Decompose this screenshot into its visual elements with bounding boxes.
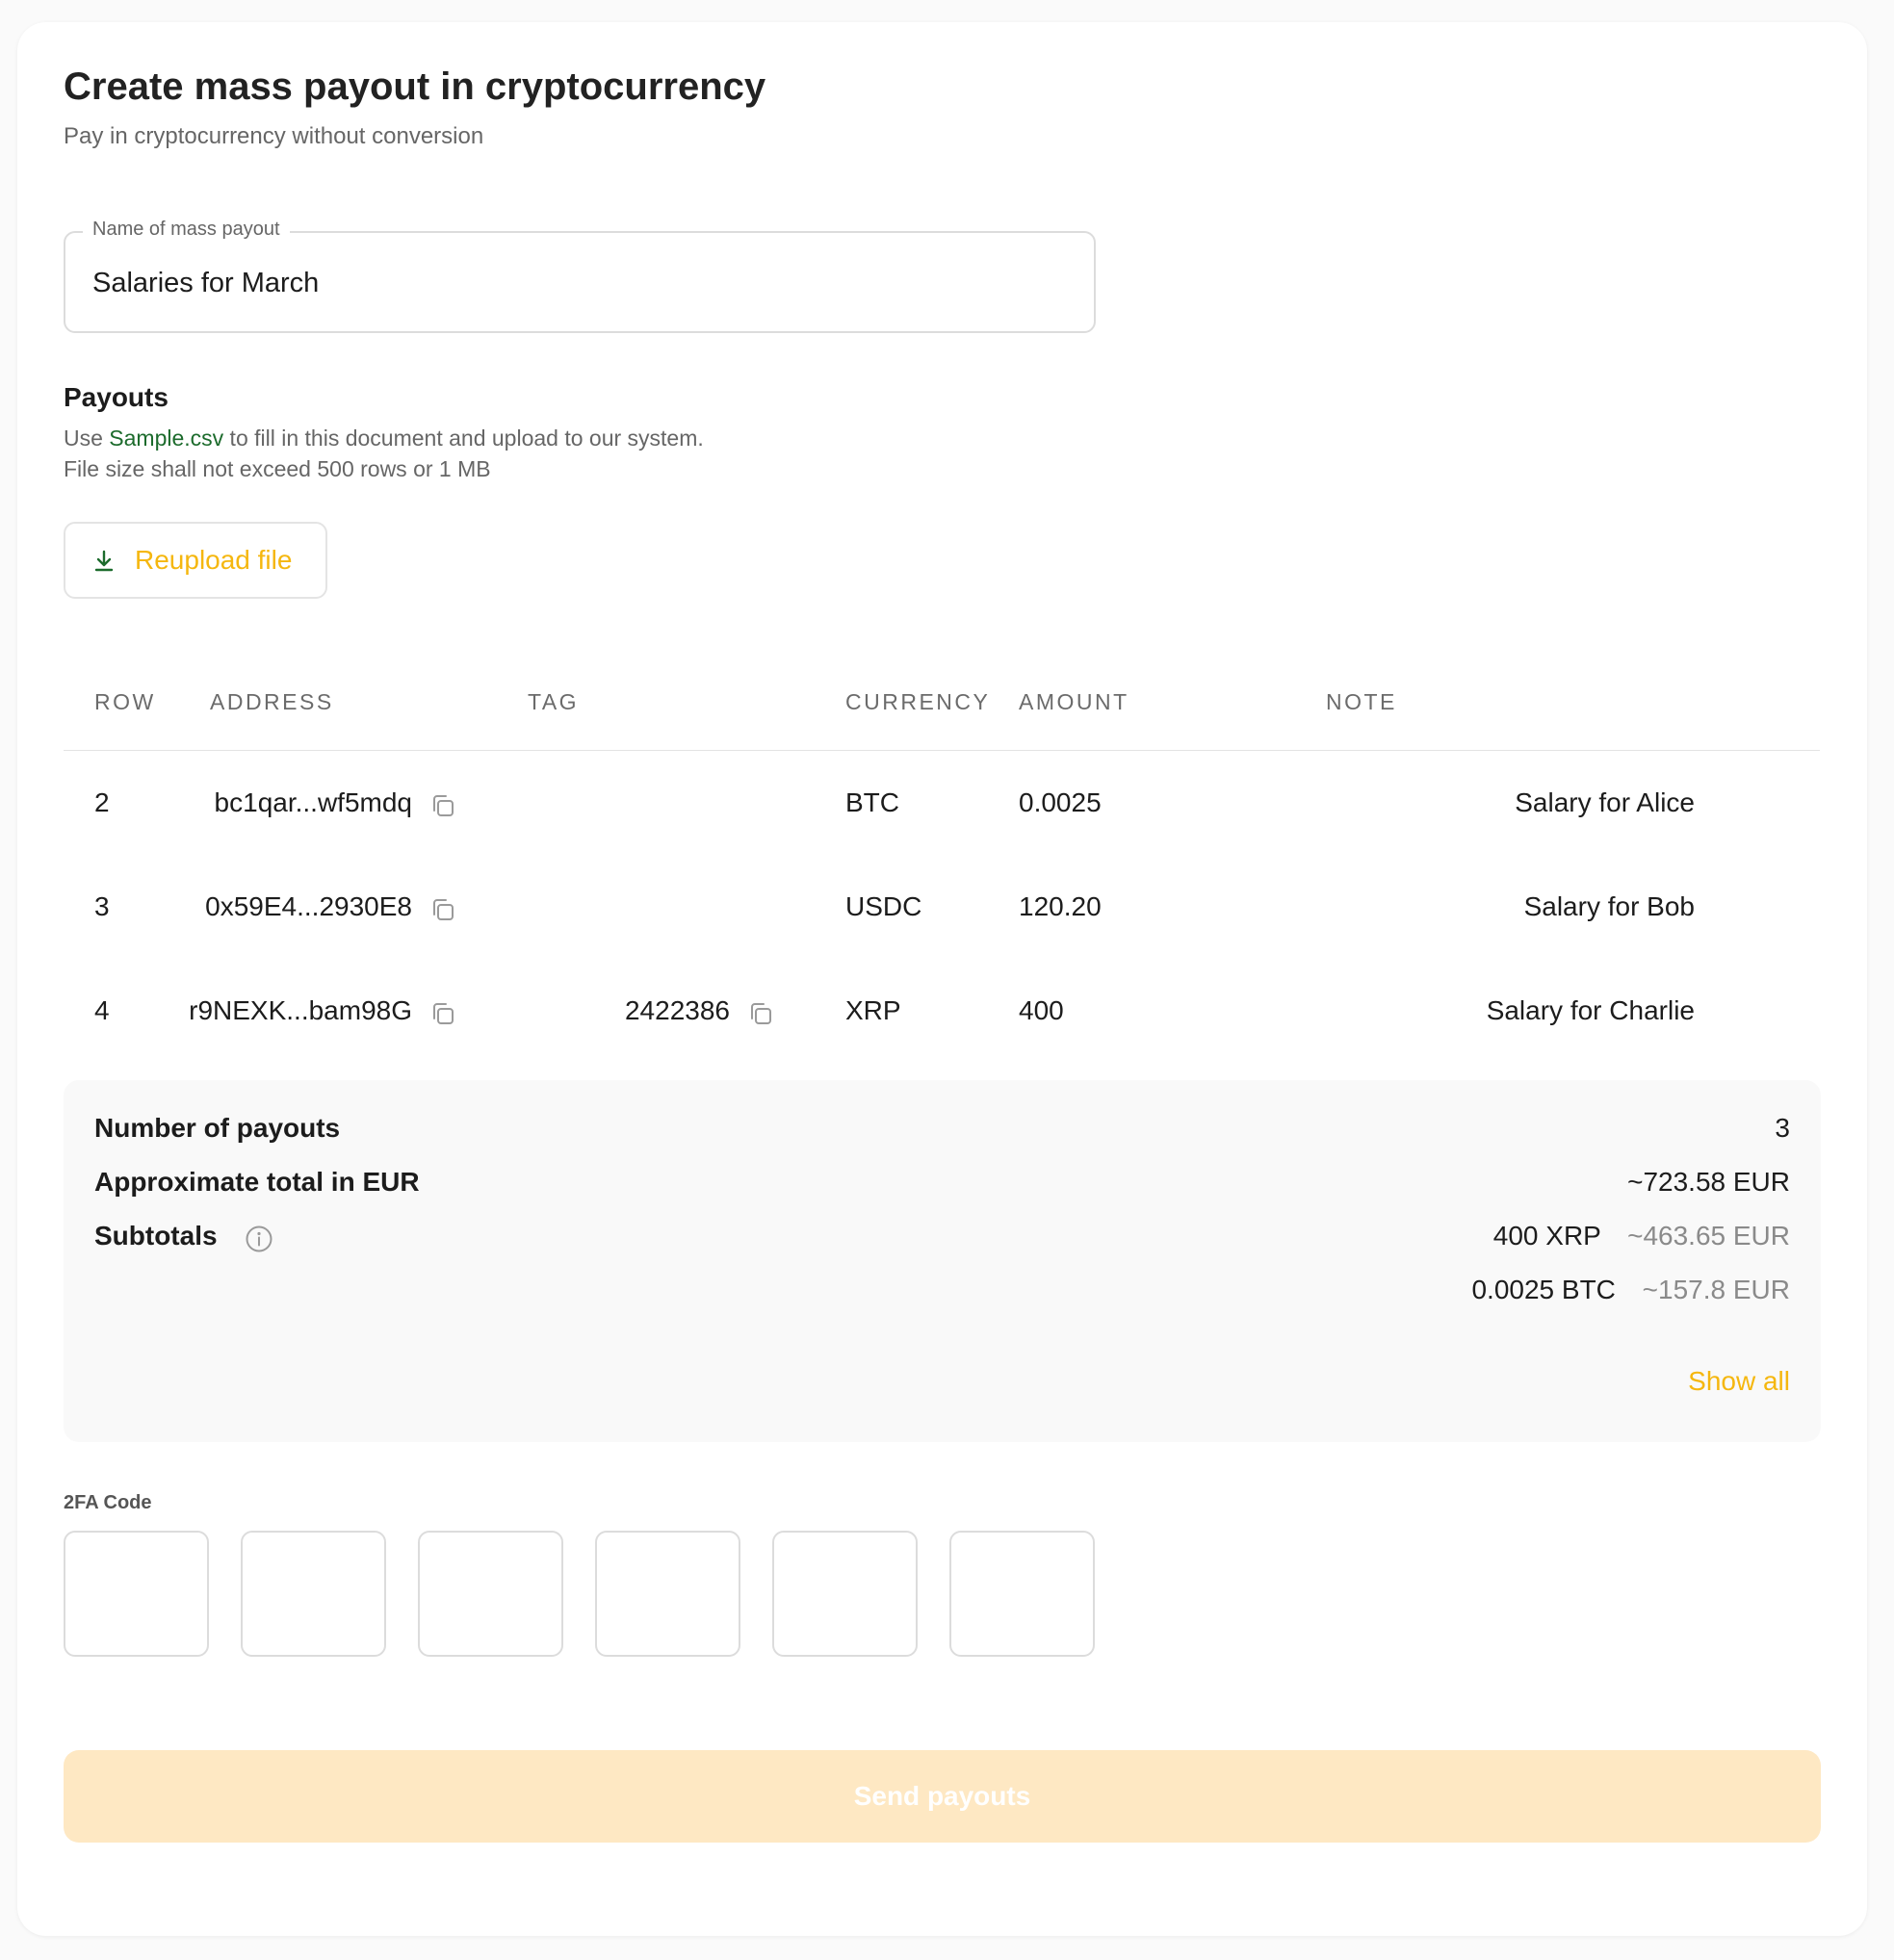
download-icon (94, 550, 114, 572)
reupload-file-label: Reupload file (135, 545, 293, 575)
subtotal-line: 0.0025 BTC ~157.8 EUR (1471, 1275, 1790, 1305)
tfa-digit-input[interactable] (418, 1531, 563, 1657)
column-header-tag: TAG (528, 689, 580, 714)
number-of-payouts-label: Number of payouts (94, 1113, 341, 1143)
show-all-link[interactable]: Show all (1688, 1366, 1790, 1397)
row-amount: 120.20 (1019, 891, 1102, 921)
column-header-note: NOTE (1326, 689, 1397, 714)
row-address: r9NEXK...bam98G (189, 995, 412, 1025)
subtotal-line: 400 XRP ~463.65 EUR (1493, 1221, 1790, 1251)
payout-name-label: Name of mass payout (83, 219, 290, 241)
row-currency: BTC (845, 787, 899, 817)
file-limit-hint: File size shall not exceed 500 rows or 1… (64, 456, 491, 481)
row-number: 3 (94, 891, 110, 921)
tfa-digit-input[interactable] (241, 1531, 386, 1657)
copy-tag-icon[interactable] (746, 999, 775, 1028)
tfa-digit-input[interactable] (949, 1531, 1095, 1657)
approx-total-label: Approximate total in EUR (94, 1167, 420, 1197)
subtotal-eur: ~463.65 EUR (1627, 1221, 1790, 1251)
tfa-digit-input[interactable] (595, 1531, 740, 1657)
payout-name-input[interactable]: Salaries for March (92, 268, 319, 299)
info-icon[interactable] (245, 1225, 273, 1253)
row-address: bc1qar...wf5mdq (214, 787, 412, 817)
row-note: Salary for Bob (1523, 891, 1695, 921)
tfa-digit-input[interactable] (772, 1531, 918, 1657)
send-payouts-button[interactable]: Send payouts (64, 1750, 1821, 1843)
hint-prefix: Use (64, 426, 110, 451)
row-amount: 400 (1019, 995, 1064, 1025)
row-currency: USDC (845, 891, 922, 921)
copy-address-icon[interactable] (428, 895, 457, 924)
reupload-file-button[interactable]: Reupload file (64, 522, 327, 599)
row-tag: 2422386 (624, 995, 730, 1025)
tfa-digit-input[interactable] (64, 1531, 209, 1657)
subtotal-amount: 0.0025 BTC (1471, 1275, 1616, 1304)
subtotal-amount: 400 XRP (1492, 1221, 1601, 1251)
payout-card: Create mass payout in cryptocurrency Pay… (17, 22, 1867, 1936)
row-note: Salary for Charlie (1486, 995, 1695, 1025)
row-number: 4 (94, 995, 110, 1025)
payout-summary: Number of payouts 3 Approximate total in… (64, 1080, 1821, 1442)
tfa-label: 2FA Code (64, 1492, 152, 1513)
number-of-payouts-value: 3 (1775, 1113, 1790, 1143)
payouts-hint: Use Sample.csv to fill in this document … (64, 426, 704, 451)
table-header-divider (64, 750, 1820, 751)
hint-suffix: to fill in this document and upload to o… (223, 426, 704, 451)
payouts-section-title: Payouts (64, 382, 169, 412)
row-number: 2 (94, 787, 110, 817)
row-amount: 0.0025 (1019, 787, 1102, 817)
row-currency: XRP (845, 995, 901, 1025)
approx-total-value: ~723.58 EUR (1627, 1167, 1790, 1197)
copy-address-icon[interactable] (428, 791, 457, 820)
sample-csv-link[interactable]: Sample.csv (109, 426, 223, 451)
row-note: Salary for Alice (1515, 787, 1695, 817)
row-address: 0x59E4...2930E8 (205, 891, 412, 921)
payout-name-field[interactable]: Name of mass payout Salaries for March (64, 219, 1096, 333)
copy-address-icon[interactable] (428, 999, 457, 1028)
column-header-address: ADDRESS (210, 689, 334, 714)
subtotals-label: Subtotals (94, 1221, 218, 1251)
page-subtitle: Pay in cryptocurrency without conversion (64, 123, 484, 149)
column-header-amount: AMOUNT (1019, 689, 1129, 714)
column-header-currency: CURRENCY (845, 689, 991, 714)
column-header-row: ROW (94, 689, 156, 714)
page-title: Create mass payout in cryptocurrency (64, 65, 766, 108)
subtotal-eur: ~157.8 EUR (1642, 1275, 1790, 1304)
